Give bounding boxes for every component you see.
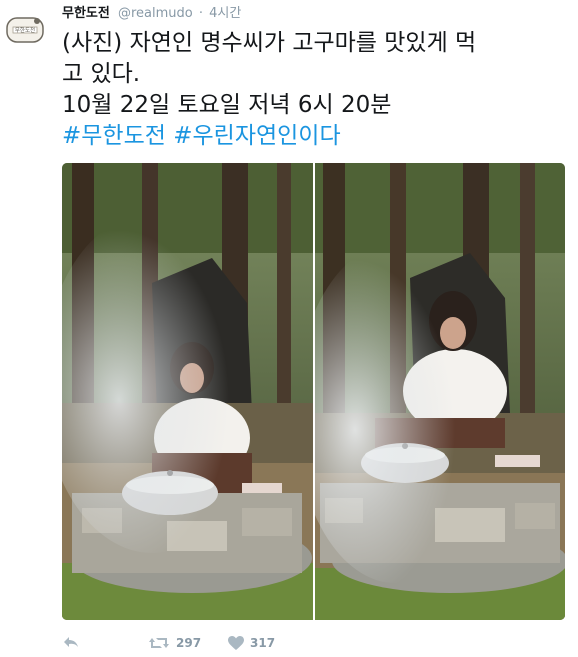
timestamp[interactable]: 4시간: [209, 6, 241, 21]
media-grid: [62, 163, 565, 620]
avatar-text: 무한도전: [15, 26, 35, 34]
heart-icon: [228, 635, 244, 650]
reply-button[interactable]: [62, 635, 148, 651]
hashtags: #무한도전 #우린자연인이다: [62, 121, 567, 152]
retweet-icon: [149, 638, 169, 648]
retweet-count: 297: [176, 636, 202, 650]
hashtag-link[interactable]: #무한도전: [62, 123, 166, 149]
forest-photo-left: [62, 163, 313, 620]
tweet-header: 무한도전 @realmudo · 4시간: [62, 4, 241, 24]
reply-icon: [64, 637, 78, 647]
forest-photo-right: [314, 163, 565, 620]
user-handle[interactable]: @realmudo: [118, 6, 193, 21]
photo-left[interactable]: [62, 163, 313, 620]
tweet-actions: 297 317: [62, 632, 288, 654]
photo-right[interactable]: [314, 163, 566, 620]
tweet-text-line: 고 있다.: [62, 61, 141, 87]
avatar[interactable]: 무한도전: [6, 12, 46, 48]
tweet-text: (사진) 자연인 명수씨가 고구마를 맛있게 먹 고 있다. 10월 22일 토…: [62, 28, 567, 152]
like-button[interactable]: 317: [228, 635, 288, 651]
avatar-logo: 무한도전: [6, 17, 44, 43]
retweet-button[interactable]: 297: [148, 635, 228, 651]
like-count: 317: [250, 636, 276, 650]
hashtag-link[interactable]: #우린자연인이다: [173, 123, 340, 149]
tweet-text-line: (사진) 자연인 명수씨가 고구마를 맛있게 먹: [62, 30, 477, 56]
tweet-text-line: 10월 22일 토요일 저녁 6시 20분: [62, 92, 392, 118]
separator: ·: [198, 6, 204, 21]
display-name[interactable]: 무한도전: [62, 6, 110, 21]
